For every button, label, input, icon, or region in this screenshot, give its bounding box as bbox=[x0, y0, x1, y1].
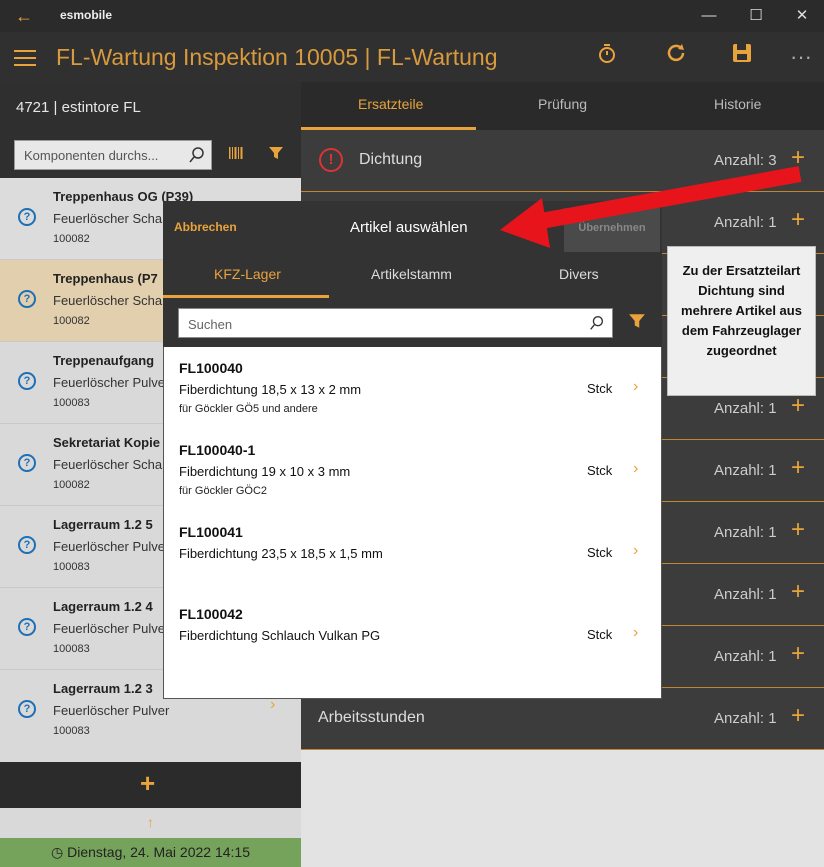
component-search-input[interactable]: Komponenten durchs... bbox=[14, 140, 212, 170]
question-icon: ? bbox=[18, 536, 36, 554]
filter-icon[interactable] bbox=[628, 312, 646, 330]
chevron-right-icon: › bbox=[633, 624, 639, 641]
app-name: esmobile bbox=[60, 8, 113, 22]
article-row[interactable]: FL100040 Fiberdichtung 18,5 x 13 x 2 mm … bbox=[163, 348, 662, 430]
tab-historie[interactable]: Historie bbox=[714, 96, 761, 112]
add-component-button[interactable]: + bbox=[0, 762, 301, 808]
question-icon: ? bbox=[18, 290, 36, 308]
tab-ersatzteile[interactable]: Ersatzteile bbox=[358, 96, 423, 112]
object-title: 4721 | estintore FL bbox=[16, 99, 141, 116]
clock-icon: ◷ bbox=[50, 844, 68, 860]
article-row[interactable]: FL100041 Fiberdichtung 23,5 x 18,5 x 1,5… bbox=[163, 512, 662, 594]
scroll-up-icon[interactable]: ↑ bbox=[0, 808, 301, 838]
page-title: FL-Wartung Inspektion 10005 | FL-Wartung bbox=[56, 44, 498, 70]
chevron-right-icon: › bbox=[633, 542, 639, 559]
stopwatch-icon[interactable] bbox=[590, 42, 624, 72]
close-button[interactable]: ✕ bbox=[779, 0, 824, 32]
detail-empty-area bbox=[301, 750, 824, 867]
question-icon: ? bbox=[18, 618, 36, 636]
search-icon bbox=[590, 316, 604, 330]
tab-artikelstamm[interactable]: Artikelstamm bbox=[371, 266, 452, 282]
back-button[interactable]: ← bbox=[10, 5, 38, 27]
save-sync-icon[interactable] bbox=[726, 42, 760, 72]
tab-divers[interactable]: Divers bbox=[559, 266, 599, 282]
add-part-button[interactable]: + bbox=[791, 454, 805, 482]
add-part-button[interactable]: + bbox=[791, 578, 805, 606]
barcode-scan-icon[interactable] bbox=[228, 145, 244, 161]
warning-icon: ! bbox=[319, 148, 343, 172]
chevron-right-icon: › bbox=[633, 460, 639, 477]
add-part-button[interactable]: + bbox=[791, 392, 805, 420]
chevron-right-icon: › bbox=[633, 378, 639, 395]
tab-pruefung[interactable]: Prüfung bbox=[538, 96, 587, 112]
date-text: Dienstag, 24. Mai 2022 14:15 bbox=[67, 844, 250, 860]
active-tab-indicator bbox=[163, 295, 329, 298]
refresh-icon[interactable] bbox=[659, 42, 693, 72]
article-search-input[interactable]: Suchen bbox=[178, 308, 613, 338]
minimize-button[interactable]: — bbox=[686, 0, 732, 32]
question-icon: ? bbox=[18, 372, 36, 390]
article-row[interactable]: FL100042 Fiberdichtung Schlauch Vulkan P… bbox=[163, 594, 662, 676]
add-part-button[interactable]: + bbox=[791, 702, 805, 730]
add-part-button[interactable]: + bbox=[791, 640, 805, 668]
search-placeholder: Komponenten durchs... bbox=[24, 148, 159, 163]
maximize-button[interactable]: ☐ bbox=[733, 0, 779, 32]
more-icon[interactable]: ··· bbox=[784, 42, 818, 72]
filter-icon[interactable] bbox=[268, 145, 284, 161]
date-status-bar: ◷ Dienstag, 24. Mai 2022 14:15 bbox=[0, 838, 301, 867]
article-row[interactable]: FL100040-1 Fiberdichtung 19 x 10 x 3 mm … bbox=[163, 430, 662, 512]
search-icon bbox=[189, 147, 204, 163]
dialog-title: Artikel auswählen bbox=[350, 219, 468, 236]
search-placeholder: Suchen bbox=[188, 317, 233, 332]
hamburger-menu-icon[interactable] bbox=[14, 50, 36, 71]
question-icon: ? bbox=[18, 454, 36, 472]
cancel-button[interactable]: Abbrechen bbox=[174, 220, 237, 234]
add-part-button[interactable]: + bbox=[791, 516, 805, 544]
tab-kfz-lager[interactable]: KFZ-Lager bbox=[214, 266, 281, 282]
question-icon: ? bbox=[18, 700, 36, 718]
question-icon: ? bbox=[18, 208, 36, 226]
annotation-arrow bbox=[500, 166, 802, 248]
annotation-callout: Zu der Ersatzteilart Dichtung sind mehre… bbox=[667, 246, 816, 396]
